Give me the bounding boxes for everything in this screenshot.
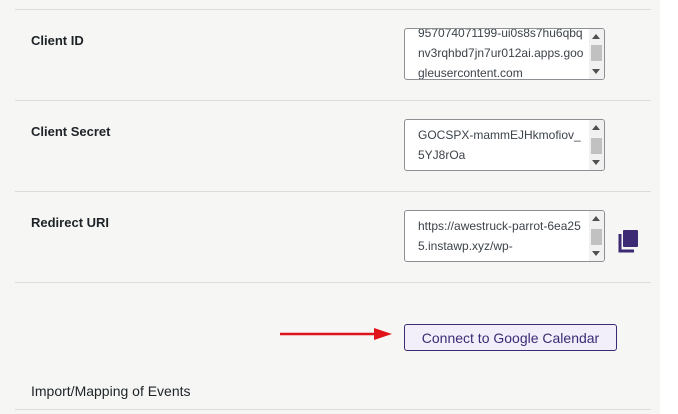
scroll-up-icon[interactable] xyxy=(592,34,600,39)
scroll-up-icon[interactable] xyxy=(592,216,600,221)
redirect-uri-field[interactable]: https://awestruck-parrot-6ea255.instawp.… xyxy=(404,210,605,262)
redirect-uri-scrollbar[interactable] xyxy=(589,211,604,261)
page-gutter xyxy=(660,0,678,414)
client-id-value: 957074071199-ui0s8s7hu6qbqnv3rqhbd7jn7ur… xyxy=(418,28,584,80)
client-secret-scrollbar[interactable] xyxy=(589,120,604,170)
client-secret-value: GOCSPX-mammEJHkmofiov_5YJ8rOa xyxy=(418,128,581,162)
redirect-uri-label: Redirect URI xyxy=(31,215,110,230)
client-id-scrollbar[interactable] xyxy=(589,29,604,79)
scroll-down-icon[interactable] xyxy=(592,69,600,74)
settings-panel: Client ID 957074071199-ui0s8s7hu6qbqnv3r… xyxy=(0,0,660,414)
scroll-thumb[interactable] xyxy=(591,45,602,61)
client-secret-field[interactable]: GOCSPX-mammEJHkmofiov_5YJ8rOa xyxy=(404,119,605,171)
divider xyxy=(15,409,651,410)
copy-icon[interactable] xyxy=(618,229,640,253)
divider xyxy=(15,9,651,10)
divider xyxy=(15,282,651,283)
client-secret-label: Client Secret xyxy=(31,124,111,139)
import-mapping-section-title: Import/Mapping of Events xyxy=(31,383,191,399)
scroll-down-icon[interactable] xyxy=(592,160,600,165)
scroll-down-icon[interactable] xyxy=(592,251,600,256)
connect-google-calendar-button[interactable]: Connect to Google Calendar xyxy=(404,324,617,351)
client-id-field[interactable]: 957074071199-ui0s8s7hu6qbqnv3rqhbd7jn7ur… xyxy=(404,28,605,80)
divider xyxy=(15,100,651,101)
scroll-up-icon[interactable] xyxy=(592,125,600,130)
client-id-label: Client ID xyxy=(31,33,84,48)
red-arrow-icon xyxy=(280,328,392,340)
divider xyxy=(15,191,651,192)
scroll-thumb[interactable] xyxy=(591,229,602,245)
scroll-thumb[interactable] xyxy=(591,138,602,154)
redirect-uri-value: https://awestruck-parrot-6ea255.instawp.… xyxy=(418,219,581,253)
